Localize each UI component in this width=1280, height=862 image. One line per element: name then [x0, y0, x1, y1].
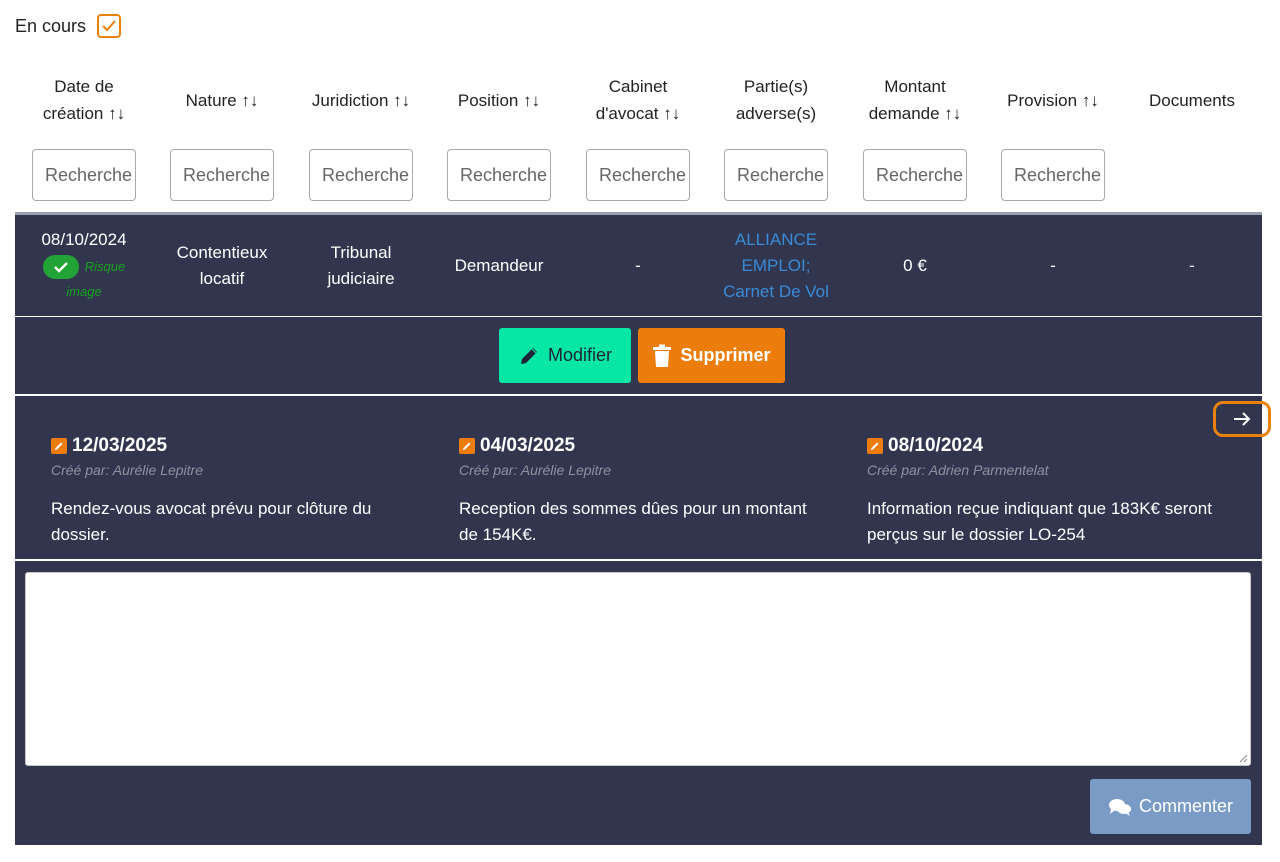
comment-textarea[interactable]	[25, 572, 1251, 766]
note-author: Créé par: Aurélie Lepitre	[51, 462, 204, 478]
trash-icon	[653, 344, 672, 367]
search-input-cabinet[interactable]	[586, 149, 690, 201]
table-header: Date de création ↑↓ Nature ↑↓ Juridiction…	[15, 70, 1262, 130]
arrow-right-icon	[1234, 412, 1251, 426]
column-header-date[interactable]: Date de création ↑↓	[15, 70, 153, 130]
cell-nature: Contentieux locatif	[176, 242, 268, 288]
risk-label-2: image	[66, 284, 102, 299]
search-input-nature[interactable]	[170, 149, 274, 201]
pencil-icon	[520, 347, 537, 364]
cell-cabinet: -	[635, 255, 641, 275]
note-card: 04/03/2025 Créé par: Aurélie Lepitre Rec…	[459, 434, 819, 548]
note-text: Reception des sommes dûes pour un montan…	[459, 499, 807, 544]
column-header-cabinet[interactable]: Cabinet d'avocat ↑↓	[569, 70, 707, 130]
column-header-nature[interactable]: Nature ↑↓	[153, 70, 291, 130]
cell-documents: -	[1189, 255, 1195, 275]
column-header-juridiction[interactable]: Juridiction ↑↓	[292, 70, 430, 130]
note-date: 12/03/2025	[72, 435, 168, 456]
search-input-juridiction[interactable]	[309, 149, 413, 201]
en-cours-label: En cours	[15, 15, 87, 36]
risk-label: Risque	[84, 259, 126, 274]
comment-compose: Commenter	[15, 561, 1262, 845]
modifier-button[interactable]: Modifier	[499, 328, 631, 383]
note-text: Rendez-vous avocat prévu pour clôture du…	[51, 499, 372, 544]
supprimer-button[interactable]: Supprimer	[638, 328, 785, 383]
column-header-provision[interactable]: Provision ↑↓	[984, 70, 1122, 130]
resize-handle-icon[interactable]	[1238, 753, 1248, 763]
search-input-position[interactable]	[447, 149, 551, 201]
note-author: Créé par: Adrien Parmentelat	[867, 462, 1049, 478]
creation-date: 08/10/2024	[41, 230, 127, 249]
next-notes-button[interactable]	[1213, 401, 1271, 437]
check-icon	[102, 20, 116, 32]
edit-note-icon[interactable]	[459, 438, 475, 454]
cell-partie-adverse-link[interactable]: ALLIANCE EMPLOI; Carnet De Vol	[707, 215, 845, 316]
note-card: 12/03/2025 Créé par: Aurélie Lepitre Ren…	[51, 434, 411, 548]
en-cours-filter: En cours	[15, 14, 122, 38]
en-cours-checkbox[interactable]	[97, 14, 122, 38]
edit-note-icon[interactable]	[867, 438, 883, 454]
note-card: 08/10/2024 Créé par: Adrien Parmentelat …	[867, 434, 1227, 548]
cell-juridiction: Tribunal judiciaire	[327, 242, 395, 288]
note-date: 08/10/2024	[888, 435, 984, 456]
column-header-documents: Documents	[1149, 90, 1235, 110]
cell-provision: -	[1050, 255, 1056, 275]
note-text: Information reçue indiquant que 183K€ se…	[867, 499, 1212, 544]
check-badge-icon	[42, 255, 79, 279]
cell-position: Demandeur	[454, 255, 544, 275]
table-row[interactable]: 08/10/2024 Risque image Contentieux locat…	[15, 212, 1262, 316]
search-input-partie-adverse[interactable]	[724, 149, 828, 201]
notes-panel: 12/03/2025 Créé par: Aurélie Lepitre Ren…	[15, 396, 1271, 559]
row-actions: Modifier Supprimer	[15, 317, 1262, 394]
note-author: Créé par: Aurélie Lepitre	[459, 462, 612, 478]
note-date: 04/03/2025	[480, 435, 576, 456]
search-input-provision[interactable]	[1001, 149, 1105, 201]
risk-indicator: Risque	[42, 254, 126, 280]
search-input-date[interactable]	[32, 149, 136, 201]
comments-icon	[1108, 798, 1131, 816]
column-header-montant[interactable]: Montant demande ↑↓	[846, 70, 984, 130]
edit-note-icon[interactable]	[51, 438, 67, 454]
column-header-partie-adverse: Partie(s) adverse(s)	[735, 77, 817, 123]
cell-date: 08/10/2024 Risque image	[15, 215, 153, 316]
commenter-button[interactable]: Commenter	[1090, 779, 1251, 834]
column-header-position[interactable]: Position ↑↓	[430, 70, 568, 130]
search-input-montant[interactable]	[863, 149, 967, 201]
cell-montant: 0 €	[903, 255, 927, 275]
